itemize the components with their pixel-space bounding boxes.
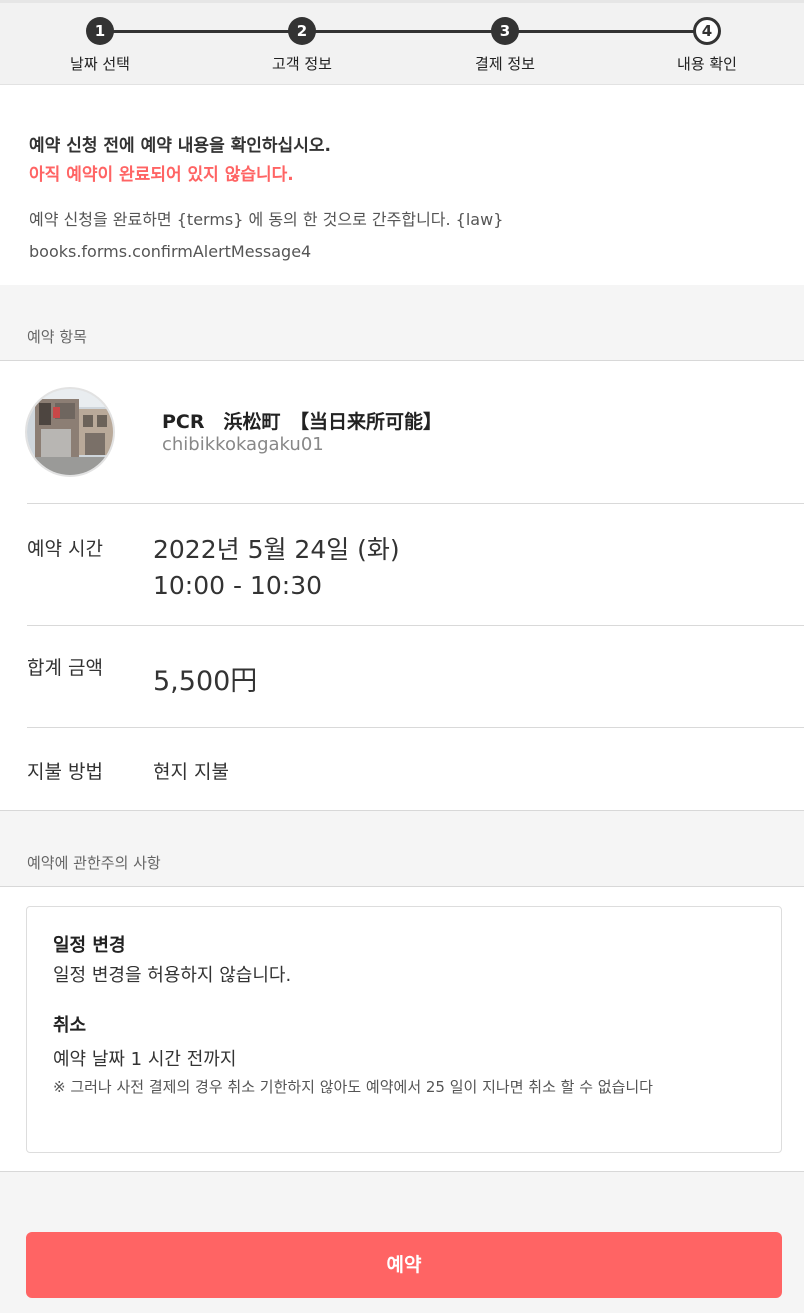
step-label: 내용 확인 (677, 55, 737, 73)
payment-label: 지불 방법 (27, 761, 103, 783)
notes-box: 일정 변경 일정 변경을 허용하지 않습니다. 취소 예약 날짜 1 시간 전까… (26, 906, 782, 1153)
step-number: 2 (288, 17, 316, 45)
reserve-button[interactable]: 예약 (26, 1232, 782, 1298)
payment-row: 지불 방법 현지 지불 (27, 728, 804, 811)
booking-section-header: 예약 항목 (27, 328, 87, 346)
change-text: 일정 변경을 허용하지 않습니다. (53, 965, 292, 986)
service-row: PCR 浜松町 【当日来所可能】 chibikkokagaku01 (27, 361, 804, 504)
booking-date: 2022년 5월 24일 (화) (153, 535, 400, 564)
amount-row: 합계 금액 5,500円 (27, 626, 804, 728)
step-label: 결제 정보 (475, 55, 535, 73)
stepper-line (100, 30, 707, 33)
payment-method: 현지 지불 (153, 761, 229, 783)
progress-stepper: 1 날짜 선택 2 고객 정보 3 결제 정보 4 내용 확인 (0, 0, 804, 85)
notes-section-header: 예약에 관한주의 사항 (27, 854, 161, 872)
service-avatar (27, 389, 113, 475)
service-id: chibikkokagaku01 (162, 434, 324, 455)
notes-panel: 일정 변경 일정 변경을 허용하지 않습니다. 취소 예약 날짜 1 시간 전까… (0, 886, 804, 1172)
confirmation-alert: 예약 신청 전에 예약 내용을 확인하십시오. 아직 예약이 완료되어 있지 않… (0, 85, 804, 285)
step-label: 날짜 선택 (70, 55, 130, 73)
step-payment-info: 3 결제 정보 (435, 17, 575, 74)
step-confirm: 4 내용 확인 (637, 17, 777, 74)
cancel-title: 취소 (53, 1015, 87, 1036)
total-amount: 5,500円 (153, 666, 258, 697)
booking-summary: PCR 浜松町 【当日来所可能】 chibikkokagaku01 예약 시간 … (0, 360, 804, 811)
amount-label: 합계 금액 (27, 657, 103, 679)
step-number: 3 (491, 17, 519, 45)
time-row: 예약 시간 2022년 5월 24일 (화) 10:00 - 10:30 (27, 504, 804, 626)
alert-message-key: books.forms.confirmAlertMessage4 (29, 242, 312, 261)
booking-time: 10:00 - 10:30 (153, 571, 323, 600)
cancel-note: ※ 그러나 사전 결제의 경우 취소 기한하지 않아도 예약에서 25 일이 지… (53, 1078, 653, 1096)
alert-warning: 아직 예약이 완료되어 있지 않습니다. (29, 165, 294, 185)
time-label: 예약 시간 (27, 538, 103, 560)
step-number-current: 4 (693, 17, 721, 45)
cancel-text: 예약 날짜 1 시간 전까지 (53, 1049, 237, 1070)
service-name: PCR 浜松町 【当日来所可能】 (162, 411, 443, 433)
step-number: 1 (86, 17, 114, 45)
alert-terms-line: 예약 신청을 완료하면 {terms} 에 동의 한 것으로 간주합니다. {l… (29, 210, 504, 229)
step-date-select: 1 날짜 선택 (30, 17, 170, 74)
step-customer-info: 2 고객 정보 (232, 17, 372, 74)
change-title: 일정 변경 (53, 935, 126, 956)
alert-title: 예약 신청 전에 예약 내용을 확인하십시오. (29, 136, 331, 156)
step-label: 고객 정보 (272, 55, 332, 73)
